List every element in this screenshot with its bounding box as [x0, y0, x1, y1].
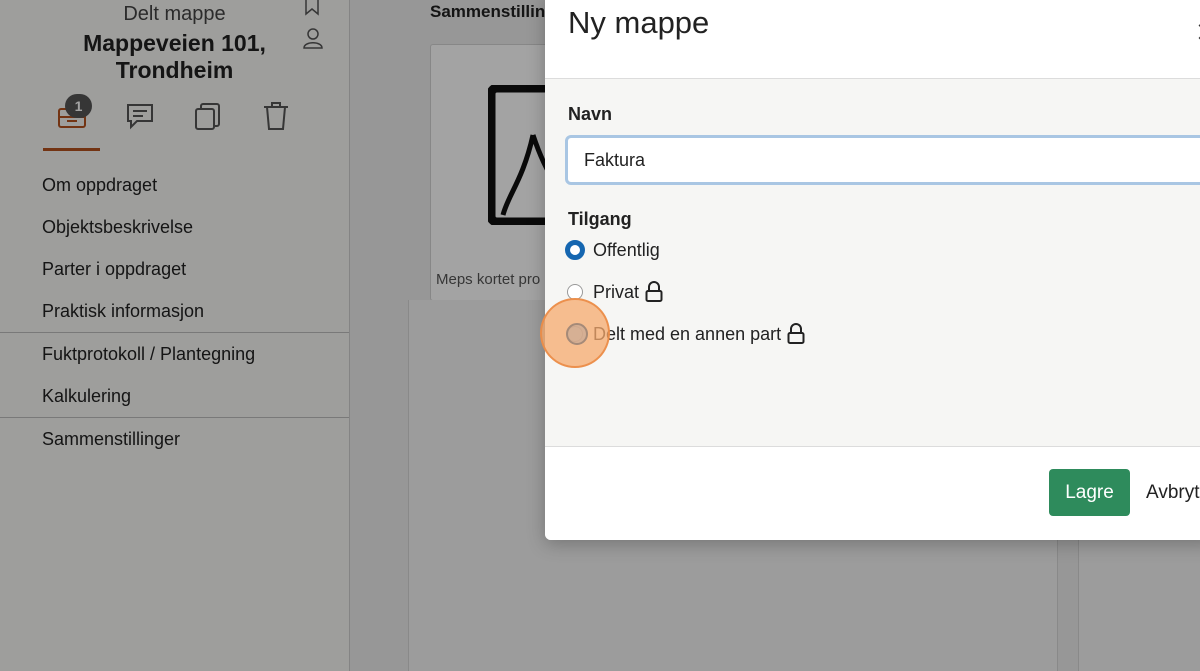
radio-label-public: Offentlig — [593, 239, 660, 260]
radio-shared-hover[interactable] — [566, 323, 588, 345]
lock-icon — [787, 323, 805, 344]
save-button[interactable]: Lagre — [1049, 469, 1130, 516]
access-option-public[interactable]: Offentlig — [565, 237, 660, 263]
cancel-button[interactable]: Avbryt — [1146, 469, 1200, 516]
new-folder-dialog: Ny mappe ✕ Navn Tilgang Offentlig Privat… — [545, 0, 1200, 540]
name-label: Navn — [568, 104, 613, 124]
lock-icon — [645, 281, 663, 302]
access-label: Tilgang — [568, 209, 632, 229]
close-icon[interactable]: ✕ — [1195, 16, 1200, 49]
dialog-header: Ny mappe ✕ — [545, 0, 1200, 79]
radio-label-private: Privat — [593, 281, 640, 302]
dialog-footer: Lagre Avbryt — [545, 446, 1200, 540]
dialog-title: Ny mappe — [568, 5, 710, 40]
folder-name-input[interactable] — [565, 135, 1200, 185]
radio-public[interactable] — [565, 240, 585, 260]
radio-label-shared: Delt med en annen part — [593, 323, 782, 344]
